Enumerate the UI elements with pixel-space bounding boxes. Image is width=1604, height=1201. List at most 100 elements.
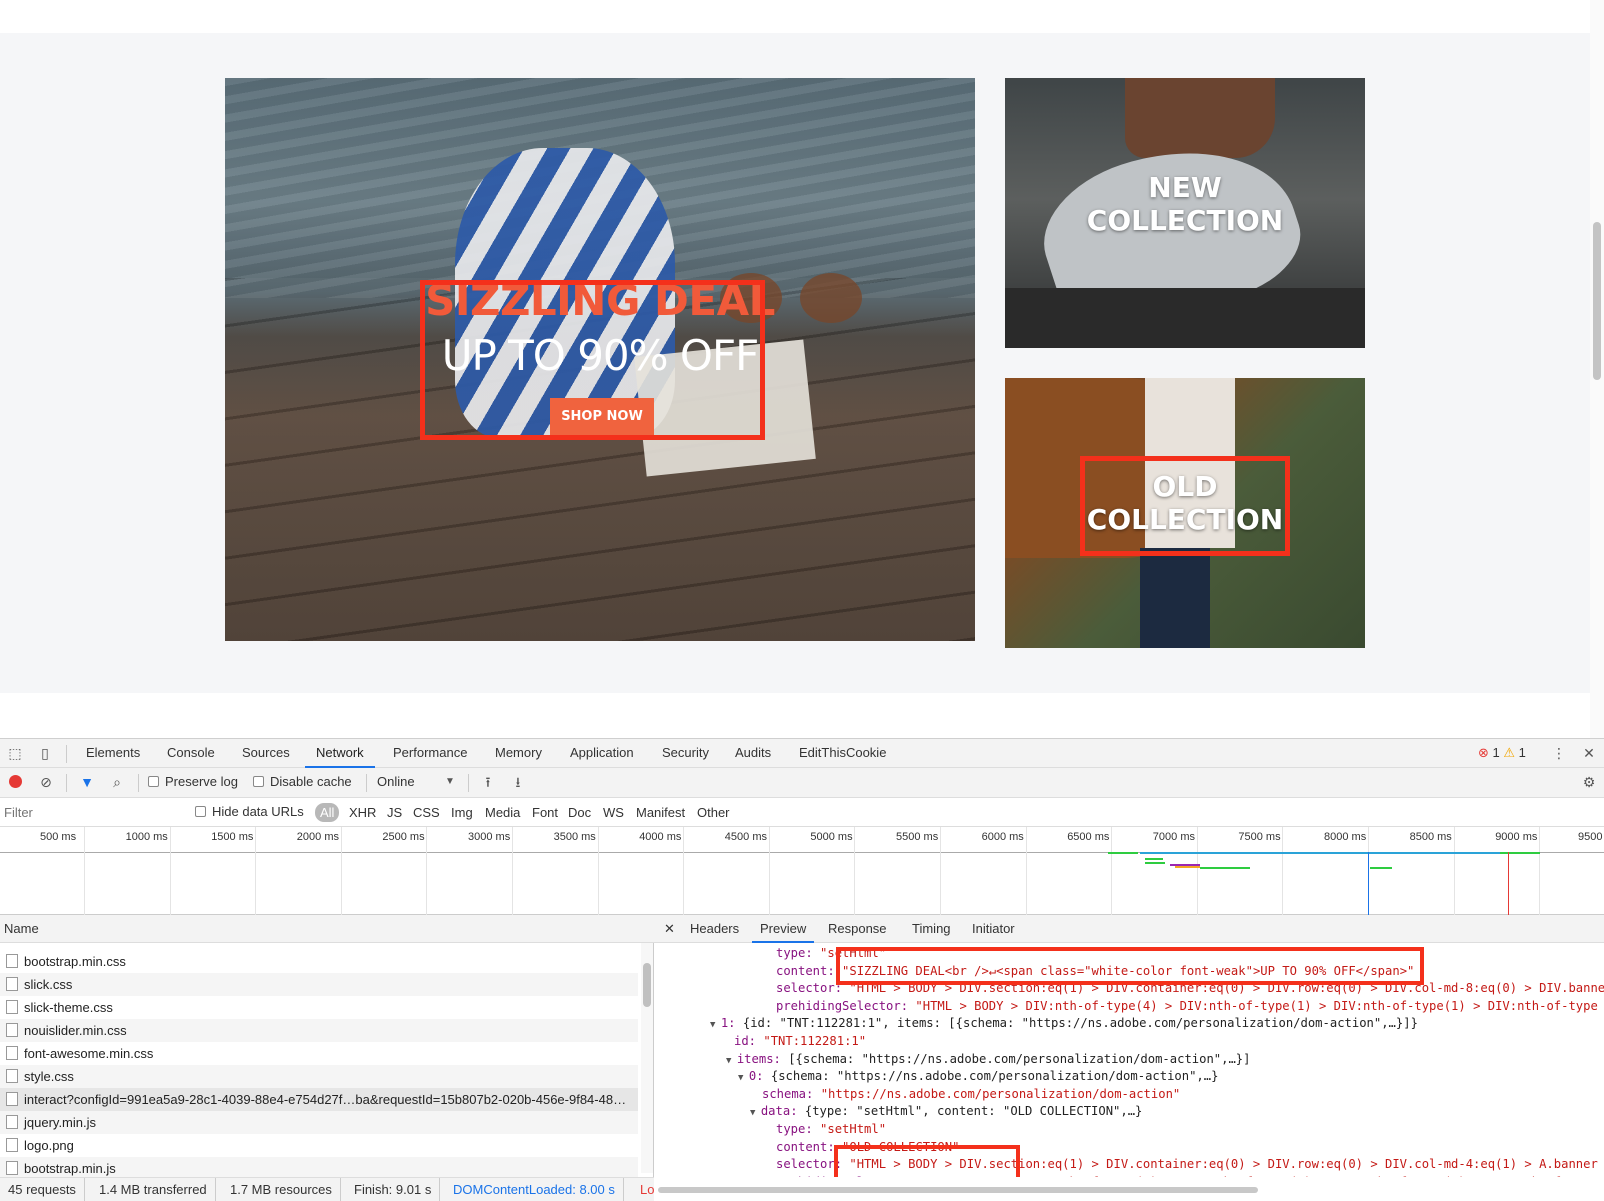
request-name: bootstrap.min.js <box>24 1161 116 1176</box>
request-row[interactable]: nouislider.min.css <box>0 1019 638 1042</box>
expand-triangle-icon[interactable]: ▼ <box>738 1073 749 1083</box>
requests-list: Name bootstrap.min.css slick.css slick-the… <box>0 915 654 1180</box>
filter-icon[interactable]: ▼ <box>78 773 96 791</box>
status-dom-content-loaded: DOMContentLoaded: 8.00 s <box>445 1178 624 1201</box>
tab-response[interactable]: Response <box>820 915 895 943</box>
filter-input[interactable] <box>4 803 180 822</box>
tab-performance[interactable]: Performance <box>382 739 478 768</box>
timeline-gridline <box>1453 827 1455 915</box>
request-row[interactable]: logo.png <box>0 1134 638 1157</box>
more-options-icon[interactable]: ⋮ <box>1550 744 1568 762</box>
json-tree-line[interactable]: ▼ data: {type: "setHtml", content: "OLD … <box>750 1103 1142 1120</box>
filter-type-img[interactable]: Img <box>447 803 477 822</box>
timeline-tick-label: 500 ms <box>40 831 77 843</box>
network-timeline-overview[interactable]: 500 ms 1000 ms 1500 ms 2000 ms 2500 ms 3000 m… <box>0 827 1604 915</box>
timeline-tick-label: 9500 <box>1578 831 1603 843</box>
close-details-icon[interactable]: ✕ <box>656 915 683 943</box>
inspect-element-icon[interactable]: ⬚ <box>6 744 24 762</box>
error-counter[interactable]: ⊗ 1 ⚠ 1 <box>1478 739 1526 768</box>
import-har-icon[interactable]: ⭱ <box>479 773 497 791</box>
request-row[interactable]: slick-theme.css <box>0 996 638 1019</box>
filter-type-other[interactable]: Other <box>693 803 734 822</box>
preserve-log-box[interactable] <box>148 776 159 787</box>
filter-type-xhr[interactable]: XHR <box>345 803 380 822</box>
requests-scrollbar-thumb[interactable] <box>643 963 651 1007</box>
expand-triangle-icon[interactable]: ▼ <box>750 1108 761 1118</box>
expand-triangle-icon[interactable]: ▼ <box>710 1020 721 1030</box>
gear-icon[interactable]: ⚙ <box>1580 773 1598 791</box>
json-key: items: <box>736 1051 789 1066</box>
request-row[interactable]: slick.css <box>0 973 638 996</box>
page-scrollbar-thumb[interactable] <box>1593 222 1601 380</box>
status-load: Lo <box>640 1182 654 1197</box>
disable-cache-box[interactable] <box>253 776 264 787</box>
hide-data-urls-checkbox[interactable]: Hide data URLs <box>195 798 304 827</box>
hide-data-urls-box[interactable] <box>195 806 206 817</box>
filter-type-ws[interactable]: WS <box>599 803 628 822</box>
tab-console[interactable]: Console <box>156 739 226 768</box>
json-value: {schema: "https://ns.adobe.com/personali… <box>770 1069 1219 1084</box>
new-collection-banner[interactable]: NEW COLLECTION <box>1005 78 1365 348</box>
tab-elements[interactable]: Elements <box>75 739 151 768</box>
status-resources: 1.7 MB resources <box>222 1178 341 1201</box>
requests-scrollbar[interactable] <box>641 943 653 1173</box>
request-row[interactable]: style.css <box>0 1065 638 1088</box>
json-key: content: <box>776 963 843 978</box>
device-toolbar-icon[interactable]: ▯ <box>36 744 54 762</box>
tab-audits[interactable]: Audits <box>724 739 782 768</box>
request-row[interactable]: bootstrap.min.css <box>0 950 638 973</box>
json-tree-line[interactable]: ▼ items: [{schema: "https://ns.adobe.com… <box>726 1051 1250 1068</box>
tab-application[interactable]: Application <box>559 739 645 768</box>
tab-editthiscookie[interactable]: EditThisCookie <box>788 739 897 768</box>
tab-security[interactable]: Security <box>651 739 720 768</box>
toolbar-divider <box>366 774 367 792</box>
request-name: logo.png <box>24 1138 74 1153</box>
tab-timing[interactable]: Timing <box>904 915 959 943</box>
timeline-tick-label: 7000 ms <box>1152 831 1195 843</box>
throttle-select[interactable]: Online ▼ <box>377 768 457 797</box>
tab-network[interactable]: Network <box>305 739 375 768</box>
file-icon <box>6 1138 18 1152</box>
filter-type-media[interactable]: Media <box>481 803 524 822</box>
json-tree-line[interactable]: ▼ 0: {schema: "https://ns.adobe.com/pers… <box>738 1068 1218 1085</box>
json-tree-line[interactable]: ▼ 1: {id: "TNT:112281:1", items: [{schem… <box>710 1015 1418 1032</box>
json-key: content: <box>776 1139 843 1154</box>
request-name: nouislider.min.css <box>24 1023 127 1038</box>
json-key: 0: <box>748 1069 771 1084</box>
warning-icon: ⚠ <box>1503 745 1516 760</box>
tab-headers[interactable]: Headers <box>682 915 747 943</box>
request-row[interactable]: interact?configId=991ea5a9-28c1-4039-88e… <box>0 1088 638 1111</box>
search-icon[interactable]: ⌕ <box>108 773 126 791</box>
preserve-log-checkbox[interactable]: Preserve log <box>148 768 238 797</box>
devtools-panel: ⬚ ▯ Elements Console Sources Network Per… <box>0 738 1604 1201</box>
filter-type-font[interactable]: Font <box>528 803 562 822</box>
request-row[interactable]: font-awesome.min.css <box>0 1042 638 1065</box>
timeline-bar <box>1145 858 1163 860</box>
filter-type-all[interactable]: All <box>315 803 340 822</box>
sizzling-deal-banner[interactable]: SIZZLING DEAL UP TO 90% OFF SHOP NOW <box>225 78 975 641</box>
timeline-gridline <box>84 827 85 915</box>
requests-name-header[interactable]: Name <box>0 915 654 943</box>
record-icon[interactable] <box>6 773 24 791</box>
disable-cache-checkbox[interactable]: Disable cache <box>253 768 352 797</box>
tab-initiator[interactable]: Initiator <box>964 915 1023 943</box>
clear-icon[interactable]: ⊘ <box>37 773 55 791</box>
timeline-gridline <box>1196 827 1198 915</box>
request-row[interactable]: jquery.min.js <box>0 1111 638 1134</box>
old-collection-highlight-box <box>1080 456 1290 556</box>
disable-cache-label: Disable cache <box>270 774 352 789</box>
timeline-tick-label: 5000 ms <box>810 831 853 843</box>
filter-type-css[interactable]: CSS <box>409 803 444 822</box>
filter-type-doc[interactable]: Doc <box>564 803 595 822</box>
details-horizontal-scrollbar[interactable] <box>658 1187 1258 1193</box>
export-har-icon[interactable]: ⭳ <box>509 773 527 791</box>
tab-preview[interactable]: Preview <box>752 915 815 943</box>
tab-memory[interactable]: Memory <box>484 739 553 768</box>
filter-type-manifest[interactable]: Manifest <box>632 803 689 822</box>
filter-type-js[interactable]: JS <box>383 803 406 822</box>
old-collection-banner[interactable]: OLD COLLECTION <box>1005 378 1365 648</box>
expand-triangle-icon[interactable]: ▼ <box>726 1056 737 1066</box>
close-icon[interactable]: ✕ <box>1580 744 1598 762</box>
page-scrollbar[interactable] <box>1590 0 1604 738</box>
tab-sources[interactable]: Sources <box>231 739 301 768</box>
